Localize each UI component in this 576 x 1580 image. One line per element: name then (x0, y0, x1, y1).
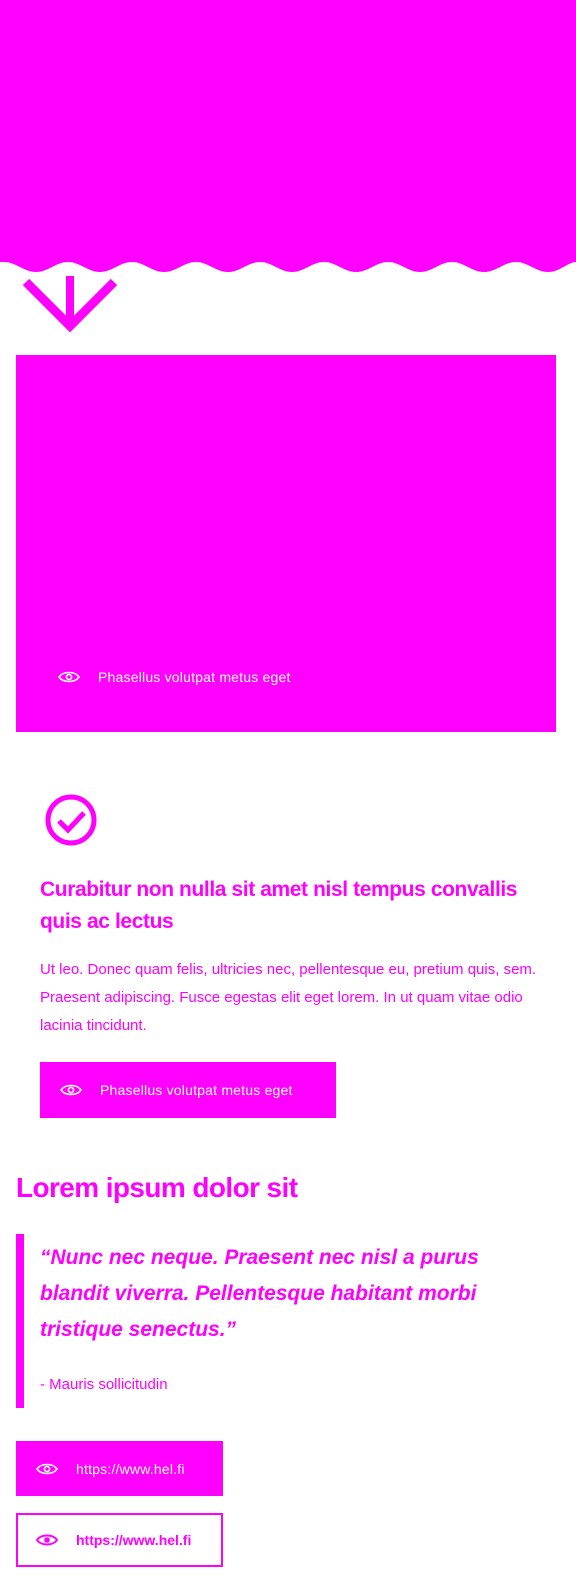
hero-banner (0, 0, 576, 290)
quote-author: - Mauris sollicitudin (40, 1376, 168, 1393)
blockquote: “Nunc nec neque. Praesent nec nisl a pur… (16, 1234, 556, 1408)
eye-icon (36, 1534, 58, 1546)
eye-icon (36, 1463, 58, 1474)
link-button-secondary[interactable]: https://www.hel.fi (16, 1513, 223, 1567)
feature-description: Ut leo. Donec quam felis, ultricies nec,… (40, 961, 537, 1034)
link-button-primary[interactable]: https://www.hel.fi (16, 1441, 223, 1496)
section-heading: Lorem ipsum dolor sit (16, 1172, 298, 1203)
link-button-primary-label: https://www.hel.fi (76, 1460, 185, 1477)
eye-icon (58, 671, 80, 683)
media-caption: Phasellus volutpat metus eget (58, 669, 291, 685)
feature-button[interactable]: Phasellus volutpat metus eget (40, 1062, 336, 1118)
media-card: Phasellus volutpat metus eget (16, 355, 556, 732)
chevron-down-arrow-icon[interactable] (22, 276, 118, 334)
media-caption-text: Phasellus volutpat metus eget (98, 669, 291, 685)
quote-text: “Nunc nec neque. Praesent nec nisl a pur… (40, 1246, 479, 1341)
feature-title: Curabitur non nulla sit amet nisl tempus… (40, 878, 518, 933)
eye-icon (60, 1084, 82, 1096)
hero-wave-shape (0, 0, 576, 272)
link-button-secondary-label: https://www.hel.fi (76, 1532, 192, 1548)
feature-button-label: Phasellus volutpat metus eget (100, 1082, 293, 1098)
check-circle-icon (44, 793, 98, 847)
